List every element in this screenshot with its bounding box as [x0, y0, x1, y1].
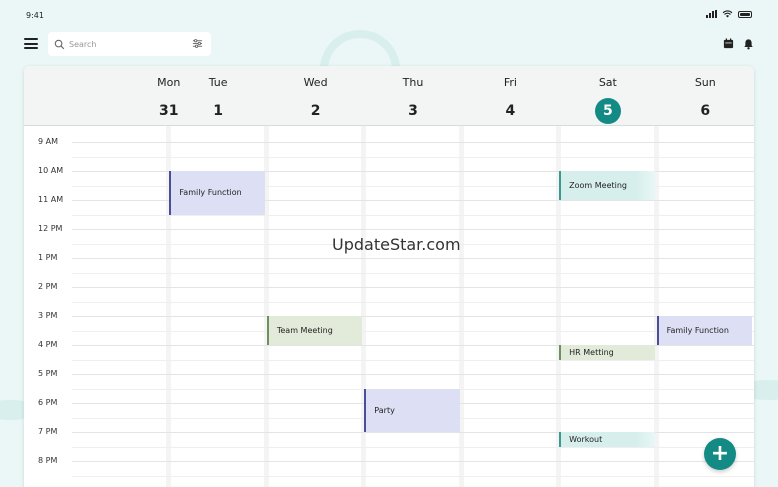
hour-label: 2 PM	[38, 282, 58, 291]
event-block[interactable]: Family Function	[656, 316, 752, 345]
day-header[interactable]: Tue 1	[169, 66, 266, 126]
half-hour-line	[72, 301, 754, 303]
hour-label: 5 PM	[38, 369, 58, 378]
add-event-button[interactable]: +	[704, 438, 736, 470]
event-title: Workout	[569, 434, 603, 444]
event-block[interactable]: Workout	[559, 432, 655, 447]
hour-line	[72, 287, 754, 288]
event-title: Team Meeting	[276, 326, 333, 335]
day-header[interactable]: Wed 2	[267, 66, 364, 126]
today-date: 5	[594, 98, 621, 124]
day-number: 2	[310, 103, 321, 119]
signal-icon	[706, 10, 717, 18]
hour-label: 7 PM	[38, 427, 58, 436]
top-bar	[0, 30, 778, 58]
search-bar[interactable]	[48, 32, 211, 56]
hour-line	[72, 374, 754, 375]
wifi-icon	[722, 10, 733, 18]
calendar-icon[interactable]	[723, 38, 734, 49]
half-hour-line	[72, 359, 754, 361]
day-name: Fri	[503, 76, 517, 89]
menu-icon[interactable]	[24, 38, 38, 49]
event-block[interactable]: HR Metting	[559, 345, 655, 360]
hour-label: 8 PM	[38, 456, 58, 465]
day-name: Wed	[303, 76, 328, 89]
week-header: Mon 31 Tue 1 Wed 2 Thu 3 Fri 4 Sat 5 Sun 6	[24, 66, 754, 126]
half-hour-line	[72, 214, 754, 216]
hour-label: 10 AM	[38, 166, 64, 175]
hour-line	[72, 258, 754, 259]
hour-line	[72, 316, 754, 317]
event-block[interactable]: Zoom Meeting	[559, 171, 655, 200]
day-header[interactable]: Thu 3	[364, 66, 461, 126]
hour-line	[72, 142, 754, 143]
hour-label: 1 PM	[38, 253, 58, 262]
event-title: HR Metting	[569, 347, 614, 357]
half-hour-line	[72, 156, 754, 158]
day-number: 4	[505, 103, 516, 119]
filter-icon[interactable]	[192, 38, 203, 49]
hour-line	[72, 461, 754, 462]
status-icons	[706, 10, 752, 18]
battery-icon	[738, 10, 752, 18]
day-name: Thu	[402, 76, 424, 89]
half-hour-line	[72, 330, 754, 332]
hour-label: 4 PM	[38, 340, 58, 349]
event-title: Family Function	[666, 326, 729, 335]
watermark: UpdateStar.com	[332, 235, 461, 254]
event-block[interactable]: Family Function	[169, 171, 265, 215]
event-title: Party	[374, 405, 395, 415]
day-name: Tue	[208, 76, 228, 89]
day-header[interactable]: Sun 6	[657, 66, 754, 126]
hour-line	[72, 229, 754, 230]
search-input[interactable]	[69, 39, 189, 49]
event-block[interactable]: Party	[364, 388, 460, 432]
event-title: Zoom Meeting	[569, 181, 627, 190]
event-block[interactable]: Team Meeting	[266, 316, 363, 345]
week-calendar: Mon 31 Tue 1 Wed 2 Thu 3 Fri 4 Sat 5 Sun 6 9 AM 10 AM 1…	[24, 66, 754, 487]
hour-label: 6 PM	[38, 398, 58, 407]
hour-label: 11 AM	[38, 195, 64, 204]
day-number: 6	[700, 103, 711, 119]
day-number: 1	[213, 103, 223, 119]
notification-bell-icon[interactable]	[743, 38, 754, 50]
day-header[interactable]: Fri 4	[462, 66, 559, 126]
half-hour-line	[72, 475, 754, 477]
calendar-grid[interactable]: 9 AM 10 AM 11 AM 12 PM 1 PM 2 PM 3 PM 4 PM 5 PM 6…	[24, 126, 754, 487]
status-bar: 9:41	[0, 0, 778, 30]
search-icon	[54, 39, 65, 49]
half-hour-line	[72, 272, 754, 274]
hour-label: 12 PM	[38, 224, 63, 233]
hour-label: 3 PM	[38, 311, 58, 320]
day-number: 3	[408, 103, 418, 119]
day-name: Sat	[598, 76, 617, 89]
day-name: Sun	[694, 76, 716, 89]
status-time: 9:41	[26, 11, 44, 20]
hour-label: 9 AM	[38, 137, 59, 146]
day-header[interactable]: Sat 5	[559, 66, 656, 126]
half-hour-line	[72, 446, 754, 448]
event-title: Family Function	[179, 188, 242, 198]
